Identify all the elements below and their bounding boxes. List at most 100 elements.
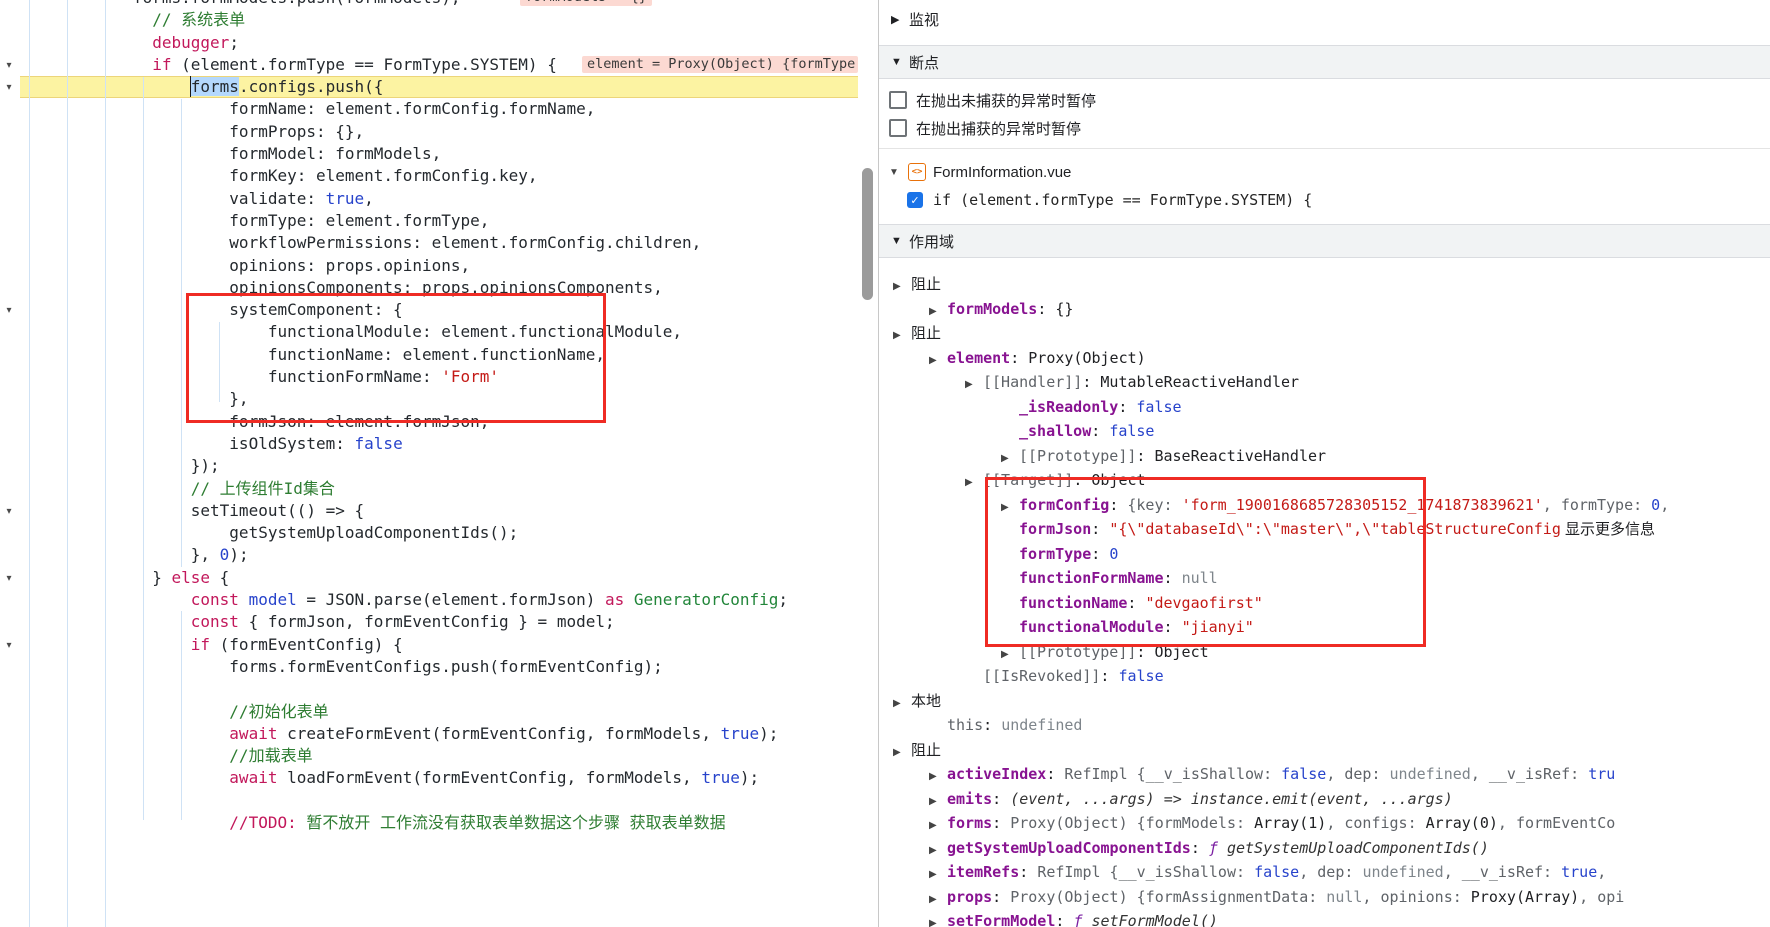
code-line[interactable]: //TODO: 暂不放开 工作流没有获取表单数据这个步骤 获取表单数据 bbox=[0, 812, 858, 834]
code-line[interactable]: functionName: element.functionName, bbox=[0, 344, 858, 366]
scope-row[interactable]: functionalModule: "jianyi" bbox=[879, 615, 1770, 640]
checkbox-breakpoint-enabled[interactable]: ✓ bbox=[907, 192, 923, 208]
expand-arrow-icon[interactable]: ▶ bbox=[929, 888, 947, 910]
code-line[interactable]: isOldSystem: false bbox=[0, 433, 858, 455]
code-editor[interactable]: forms.formModels.push(formModels);formMo… bbox=[0, 0, 858, 927]
fold-arrow-icon[interactable]: ▾ bbox=[2, 82, 16, 94]
code-line[interactable]: formModel: formModels, bbox=[0, 143, 858, 165]
expand-arrow-icon[interactable]: ▶ bbox=[893, 275, 911, 297]
pause-uncaught-row[interactable]: 在抛出未捕获的异常时暂停 bbox=[879, 86, 1770, 114]
checkbox-pause-caught[interactable] bbox=[889, 119, 907, 137]
scrollbar-thumb[interactable] bbox=[862, 168, 873, 300]
expand-arrow-icon[interactable]: ▶ bbox=[929, 790, 947, 812]
fold-arrow-icon[interactable]: ▾ bbox=[2, 573, 16, 585]
code-line[interactable]: functionFormName: 'Form' bbox=[0, 366, 858, 388]
expand-arrow-icon[interactable]: ▶ bbox=[929, 300, 947, 322]
code-line[interactable]: systemComponent: { bbox=[0, 299, 858, 321]
scope-row[interactable]: ▶阻止 bbox=[879, 321, 1770, 346]
code-line[interactable]: formJson: element.formJson, bbox=[0, 411, 858, 433]
expand-arrow-icon[interactable]: ▶ bbox=[1001, 447, 1019, 469]
code-line[interactable]: opinionsComponents: props.opinionsCompon… bbox=[0, 277, 858, 299]
scope-row[interactable]: ▶[[Prototype]]: Object bbox=[879, 640, 1770, 665]
scope-row[interactable]: formJson: "{\"databaseId\":\"master\",\"… bbox=[879, 517, 1770, 542]
fold-arrow-icon[interactable]: ▾ bbox=[2, 60, 16, 72]
scope-row[interactable]: ▶element: Proxy(Object) bbox=[879, 346, 1770, 371]
fold-arrow-icon[interactable]: ▾ bbox=[2, 305, 16, 317]
scope-row[interactable]: ▶props: Proxy(Object) {formAssignmentDat… bbox=[879, 885, 1770, 910]
code-line[interactable]: workflowPermissions: element.formConfig.… bbox=[0, 232, 858, 254]
scope-row[interactable]: ▶阻止 bbox=[879, 738, 1770, 763]
scope-row[interactable]: ▶本地 bbox=[879, 689, 1770, 714]
code-line[interactable]: if (formEventConfig) { bbox=[0, 634, 858, 656]
scope-row[interactable]: [[IsRevoked]]: false bbox=[879, 664, 1770, 689]
expand-arrow-icon[interactable]: ▶ bbox=[929, 765, 947, 787]
scope-row[interactable]: ▶[[Handler]]: MutableReactiveHandler bbox=[879, 370, 1770, 395]
checkbox-pause-uncaught[interactable] bbox=[889, 91, 907, 109]
breakpoint-entry[interactable]: ✓ if (element.formType == FormType.SYSTE… bbox=[879, 186, 1770, 214]
code-line[interactable]: formProps: {}, bbox=[0, 121, 858, 143]
code-line[interactable] bbox=[0, 790, 858, 812]
code-line[interactable]: forms.formModels.push(formModels);formMo… bbox=[0, 0, 858, 9]
section-breakpoints[interactable]: ▼ 断点 bbox=[879, 45, 1770, 79]
code-line[interactable]: debugger; bbox=[0, 32, 858, 54]
scope-row[interactable]: ▶[[Prototype]]: BaseReactiveHandler bbox=[879, 444, 1770, 469]
expand-arrow-icon[interactable]: ▶ bbox=[929, 912, 947, 927]
code-line[interactable]: getSystemUploadComponentIds(); bbox=[0, 522, 858, 544]
expand-arrow-icon[interactable]: ▶ bbox=[929, 814, 947, 836]
pause-caught-row[interactable]: 在抛出捕获的异常时暂停 bbox=[879, 114, 1770, 142]
scope-row[interactable]: ▶activeIndex: RefImpl {__v_isShallow: fa… bbox=[879, 762, 1770, 787]
code-line[interactable]: if (element.formType == FormType.SYSTEM)… bbox=[0, 54, 858, 76]
section-scope[interactable]: ▼ 作用域 bbox=[879, 224, 1770, 258]
code-line[interactable]: }, bbox=[0, 388, 858, 410]
code-line[interactable]: }); bbox=[0, 455, 858, 477]
scope-row[interactable]: ▶itemRefs: RefImpl {__v_isShallow: false… bbox=[879, 860, 1770, 885]
scope-row[interactable]: this: undefined bbox=[879, 713, 1770, 738]
breakpoint-file-group[interactable]: ▼ <> FormInformation.vue bbox=[879, 158, 1770, 186]
expand-arrow-icon[interactable]: ▶ bbox=[929, 349, 947, 371]
code-line[interactable]: formName: element.formConfig.formName, bbox=[0, 98, 858, 120]
fold-arrow-icon[interactable]: ▾ bbox=[2, 640, 16, 652]
code-line[interactable]: // 系统表单 bbox=[0, 9, 858, 31]
scope-row[interactable]: ▶getSystemUploadComponentIds: ƒ getSyste… bbox=[879, 836, 1770, 861]
scope-row[interactable]: ▶阻止 bbox=[879, 272, 1770, 297]
show-more-link[interactable]: 显示更多信息 bbox=[1561, 521, 1655, 538]
execution-line[interactable]: forms.configs.push({ bbox=[0, 76, 858, 98]
expand-arrow-icon[interactable]: ▶ bbox=[929, 863, 947, 885]
chevron-right-icon[interactable]: ▶ bbox=[891, 13, 909, 26]
section-watch[interactable]: ▶ 监视 bbox=[879, 0, 1770, 38]
chevron-down-icon[interactable]: ▼ bbox=[891, 235, 909, 247]
scope-row[interactable]: ▶formModels: {} bbox=[879, 297, 1770, 322]
expand-arrow-icon[interactable]: ▶ bbox=[893, 692, 911, 714]
expand-arrow-icon[interactable]: ▶ bbox=[965, 373, 983, 395]
fold-arrow-icon[interactable]: ▾ bbox=[2, 506, 16, 518]
code-line[interactable]: const model = JSON.parse(element.formJso… bbox=[0, 589, 858, 611]
code-line[interactable]: }, 0); bbox=[0, 544, 858, 566]
code-line[interactable]: validate: true, bbox=[0, 188, 858, 210]
code-line[interactable]: await loadFormEvent(formEventConfig, for… bbox=[0, 767, 858, 789]
code-line[interactable]: await createFormEvent(formEventConfig, f… bbox=[0, 723, 858, 745]
scope-row[interactable]: _shallow: false bbox=[879, 419, 1770, 444]
code-line[interactable]: opinions: props.opinions, bbox=[0, 255, 858, 277]
code-line[interactable]: const { formJson, formEventConfig } = mo… bbox=[0, 611, 858, 633]
code-line[interactable]: } else { bbox=[0, 567, 858, 589]
code-line[interactable]: //加载表单 bbox=[0, 745, 858, 767]
code-line[interactable]: formType: element.formType, bbox=[0, 210, 858, 232]
scope-row[interactable]: ▶[[Target]]: Object bbox=[879, 468, 1770, 493]
code-line[interactable]: //初始化表单 bbox=[0, 701, 858, 723]
expand-arrow-icon[interactable]: ▶ bbox=[965, 471, 983, 493]
expand-arrow-icon[interactable]: ▶ bbox=[929, 839, 947, 861]
expand-arrow-icon[interactable]: ▶ bbox=[1001, 643, 1019, 665]
scope-row[interactable]: ▶forms: Proxy(Object) {formModels: Array… bbox=[879, 811, 1770, 836]
scope-row[interactable]: formType: 0 bbox=[879, 542, 1770, 567]
code-line[interactable]: forms.formEventConfigs.push(formEventCon… bbox=[0, 656, 858, 678]
code-line[interactable]: formKey: element.formConfig.key, bbox=[0, 165, 858, 187]
code-line[interactable]: setTimeout(() => { bbox=[0, 500, 858, 522]
chevron-down-icon[interactable]: ▼ bbox=[889, 167, 901, 178]
code-line[interactable]: // 上传组件Id集合 bbox=[0, 478, 858, 500]
scope-row[interactable]: functionName: "devgaofirst" bbox=[879, 591, 1770, 616]
expand-arrow-icon[interactable]: ▶ bbox=[893, 741, 911, 763]
expand-arrow-icon[interactable]: ▶ bbox=[1001, 496, 1019, 518]
chevron-down-icon[interactable]: ▼ bbox=[891, 56, 909, 68]
editor-scrollbar[interactable] bbox=[858, 0, 878, 927]
code-line[interactable]: functionalModule: element.functionalModu… bbox=[0, 321, 858, 343]
